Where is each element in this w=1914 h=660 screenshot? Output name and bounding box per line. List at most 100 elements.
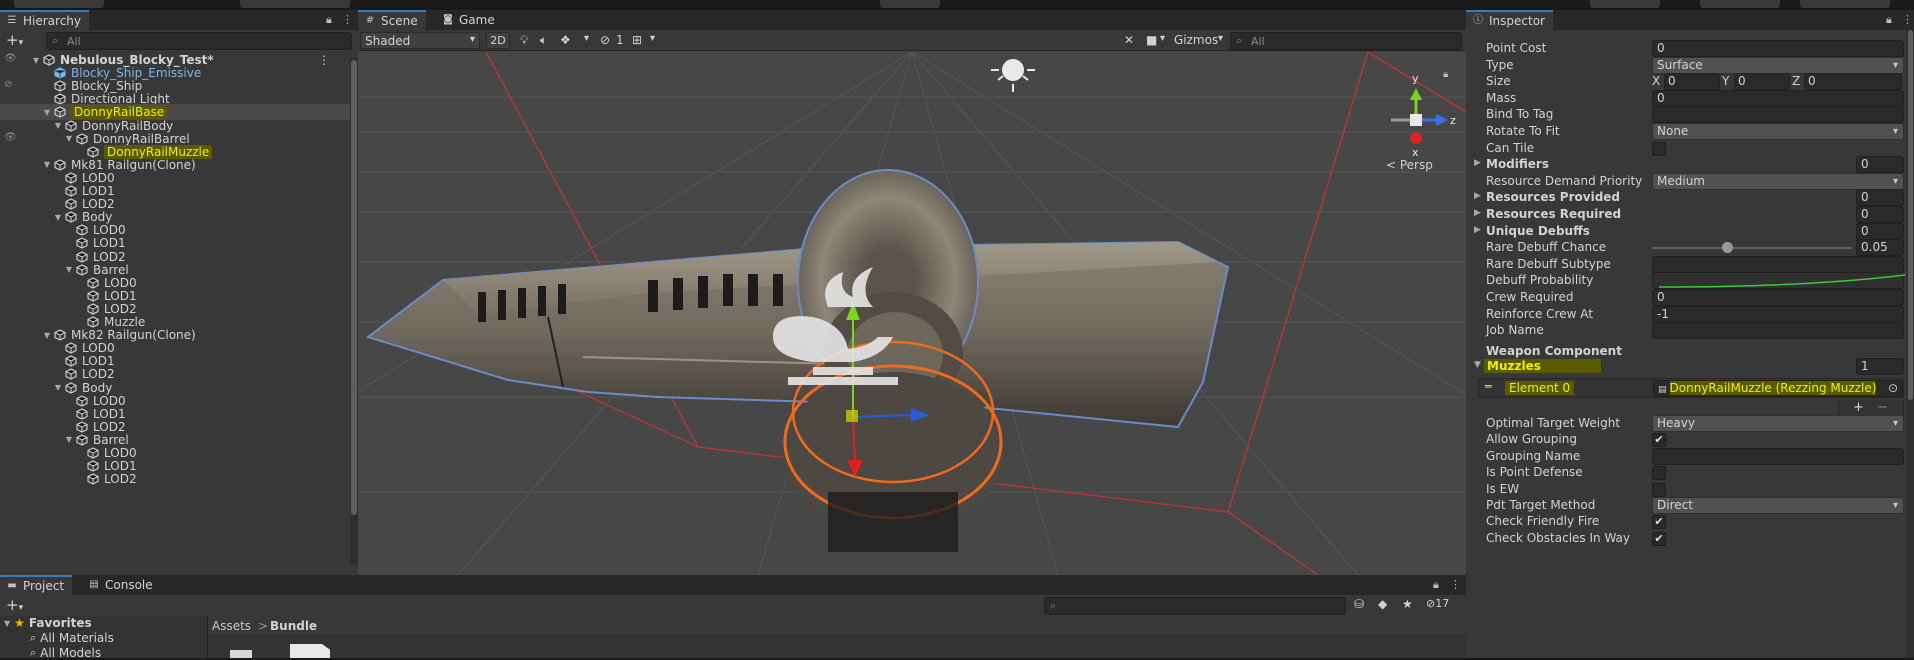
gizmos-button[interactable]: Gizmos (1174, 33, 1218, 47)
layout-dropdown[interactable] (1800, 0, 1890, 8)
property-field[interactable] (1652, 447, 1904, 465)
expand-arrow-icon[interactable]: ▼ (52, 121, 64, 130)
vector-x-field[interactable]: 0 (1664, 73, 1720, 91)
property-checkbox[interactable] (1652, 141, 1666, 156)
persp-label[interactable]: < Persp (1386, 158, 1433, 172)
pivot-global-toggle[interactable] (240, 0, 350, 8)
effects-dropdown-icon[interactable]: ▾ (584, 33, 589, 44)
remove-element-button[interactable]: − (1877, 400, 1888, 415)
gizmo-lock-icon[interactable]: 🔒︎ (1443, 69, 1448, 80)
chevron-down-icon[interactable]: ▼ (1474, 360, 1481, 370)
property-field[interactable] (1652, 255, 1904, 273)
tab-game[interactable]: ◙ Game (436, 10, 503, 30)
project-search-input[interactable]: ⌕ (1044, 597, 1346, 615)
kebab-menu-icon[interactable]: ⋮ (342, 13, 353, 26)
object-picker-icon[interactable]: ⊙ (1888, 381, 1898, 396)
array-size-field[interactable]: 0 (1856, 222, 1904, 240)
curve-field[interactable] (1652, 272, 1906, 290)
scene-viewport[interactable]: y z x < Persp 🔒︎ (358, 52, 1466, 575)
visibility-hidden-icon[interactable]: ⊘ (4, 79, 12, 90)
search-by-type-icon[interactable]: ⛁ (1354, 597, 1364, 611)
slider-knob[interactable] (1722, 242, 1733, 254)
expand-arrow-icon[interactable]: ▼ (63, 265, 75, 274)
hidden-packages-icon[interactable]: ⊘17 (1426, 597, 1449, 610)
grid-snap-icon[interactable]: ⊞ (632, 33, 642, 47)
object-reference-field[interactable]: ▤ DonnyRailMuzzle (Rezzing Muzzle) ⊙ (1653, 380, 1903, 397)
visibility-eye-icon[interactable]: 👁︎ (4, 132, 17, 143)
expand-arrow-icon[interactable]: ▼ (41, 160, 53, 169)
property-field[interactable]: 0 (1652, 289, 1904, 306)
camera-dropdown-icon[interactable]: ▾ (1160, 33, 1165, 44)
hierarchy-scrollbar-thumb[interactable] (351, 60, 357, 515)
tab-hierarchy[interactable]: ☰ Hierarchy (0, 10, 90, 30)
gizmos-dropdown-icon[interactable]: ▾ (1218, 33, 1223, 44)
lighting-icon[interactable]: 💡︎ (520, 33, 528, 48)
expand-arrow-icon[interactable]: ▼ (52, 383, 64, 392)
array-size-field[interactable]: 0 (1856, 189, 1904, 207)
property-checkbox[interactable] (1652, 482, 1666, 497)
property-dropdown[interactable]: None (1652, 123, 1904, 140)
slider-track[interactable] (1652, 247, 1852, 250)
expand-arrow-icon[interactable]: ▼ (52, 213, 64, 222)
chevron-right-icon[interactable]: ▶ (1474, 208, 1481, 218)
play-controls[interactable] (880, 0, 940, 8)
hierarchy-item[interactable]: LOD2 (0, 471, 350, 487)
muzzles-count-field[interactable]: 1 (1856, 358, 1904, 375)
property-checkbox[interactable] (1652, 466, 1666, 481)
shading-mode-dropdown[interactable]: Shaded ▾ (360, 32, 480, 49)
property-dropdown[interactable]: Direct (1652, 497, 1904, 514)
grid-dropdown-icon[interactable]: ▾ (650, 33, 655, 44)
2d-toggle[interactable]: 2D (486, 32, 510, 49)
expand-arrow-icon[interactable]: ▼ (63, 134, 75, 143)
property-checkbox[interactable]: ✔ (1652, 433, 1666, 448)
tools-icon[interactable]: ✕ (1124, 33, 1134, 47)
property-field[interactable] (1652, 322, 1904, 340)
expand-arrow-icon[interactable]: ▼ (63, 435, 75, 444)
property-field[interactable]: 0 (1652, 40, 1904, 57)
chevron-right-icon[interactable]: ▶ (1474, 225, 1481, 235)
tab-project[interactable]: ▬ Project (0, 575, 73, 595)
transform-tools[interactable] (14, 0, 104, 8)
favorites-star-icon[interactable]: ★ (1402, 597, 1413, 611)
hierarchy-search-input[interactable]: ⌕ All (46, 32, 352, 50)
breadcrumb-assets[interactable]: Assets (212, 619, 251, 633)
chevron-right-icon[interactable]: ▶ (1474, 191, 1481, 201)
hidden-objects-icon[interactable]: ⊘ (600, 33, 610, 47)
tab-console[interactable]: ▤ Console (82, 575, 161, 595)
account-dropdown[interactable] (1590, 0, 1660, 8)
array-size-field[interactable]: 0 (1856, 206, 1904, 223)
property-field[interactable]: -1 (1652, 305, 1904, 323)
visibility-eye-icon[interactable]: 👁︎ (4, 53, 17, 64)
asset-thumbnail[interactable] (230, 650, 252, 658)
slider-value-field[interactable]: 0.05 (1856, 239, 1904, 257)
lock-icon[interactable]: 🔒︎ (1433, 578, 1439, 592)
scene-search-input[interactable]: ⌕ All (1230, 32, 1462, 50)
kebab-menu-icon[interactable]: ⋮ (1450, 578, 1461, 591)
vector-z-field[interactable]: 0 (1804, 73, 1902, 91)
create-asset-button[interactable]: +▾ (6, 596, 23, 614)
search-by-label-icon[interactable]: ◆ (1378, 597, 1387, 611)
favorites-header[interactable]: ▼ ★ Favorites (4, 616, 92, 630)
array-size-field[interactable]: 0 (1856, 156, 1904, 174)
favorite-item[interactable]: ⌕ All Materials (30, 631, 114, 645)
inspector-scrollbar-thumb[interactable] (1908, 30, 1913, 400)
vector-y-field[interactable]: 0 (1734, 73, 1790, 91)
property-field[interactable] (1652, 106, 1904, 124)
drag-handle-icon[interactable]: ═ (1485, 380, 1492, 393)
audio-icon[interactable]: 🔈︎ (540, 33, 547, 48)
chevron-right-icon[interactable]: ▶ (1474, 158, 1481, 168)
expand-arrow-icon[interactable]: ▼ (41, 108, 53, 117)
property-checkbox[interactable]: ✔ (1652, 515, 1666, 530)
add-object-button[interactable]: +▾ (6, 31, 23, 49)
property-checkbox[interactable]: ✔ (1652, 531, 1666, 546)
property-field[interactable]: 0 (1652, 89, 1904, 107)
add-element-button[interactable]: + (1853, 400, 1864, 415)
tab-scene[interactable]: # Scene (358, 10, 426, 30)
expand-arrow-icon[interactable]: ▼ (30, 56, 42, 65)
property-dropdown[interactable]: Heavy (1652, 415, 1904, 432)
asset-file-icon[interactable] (290, 644, 330, 658)
effects-icon[interactable]: ❖ (560, 33, 571, 47)
layers-dropdown[interactable] (1700, 0, 1780, 8)
camera-icon[interactable]: ■ (1146, 33, 1157, 47)
expand-arrow-icon[interactable]: ▼ (41, 331, 53, 340)
